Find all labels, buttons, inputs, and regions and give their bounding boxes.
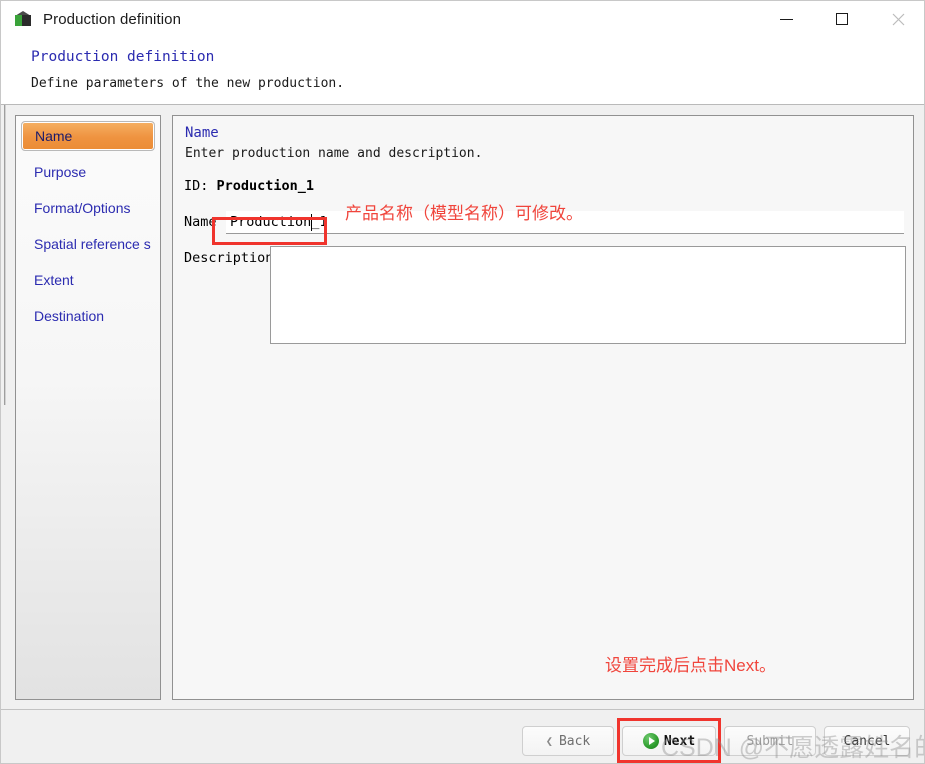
- id-row: ID: Production_1: [184, 178, 314, 194]
- sidebar-item-purpose[interactable]: Purpose: [24, 161, 152, 183]
- left-edge-rail: [4, 105, 6, 405]
- header-title: Production definition: [31, 49, 215, 65]
- name-label: Name: [184, 214, 217, 230]
- cube-icon: [13, 9, 33, 29]
- chevron-left-icon: ❮: [545, 734, 553, 748]
- production-definition-dialog: Production definition Production definit…: [0, 0, 925, 764]
- panel-title: Name: [185, 125, 219, 141]
- window-title: Production definition: [43, 10, 182, 28]
- header-block: Production definition Define parameters …: [1, 37, 924, 105]
- maximize-icon[interactable]: [814, 1, 870, 37]
- back-button[interactable]: ❮ Back: [522, 726, 614, 756]
- submit-button[interactable]: Submit: [724, 726, 816, 756]
- back-button-label: Back: [558, 733, 591, 749]
- next-button[interactable]: Next: [622, 726, 716, 756]
- id-label: ID:: [184, 178, 209, 194]
- submit-button-label: Submit: [746, 733, 794, 749]
- header-subtitle: Define parameters of the new production.: [31, 76, 345, 91]
- arrow-right-circle-icon: [642, 733, 659, 749]
- cancel-button-label: Cancel: [843, 733, 891, 749]
- sidebar-item-name[interactable]: Name: [21, 121, 155, 151]
- panel-subtitle: Enter production name and description.: [185, 146, 483, 161]
- annotation-name-note: 产品名称（模型名称）可修改。: [345, 204, 583, 223]
- sidebar-item-destination[interactable]: Destination: [24, 305, 152, 327]
- sidebar-item-extent[interactable]: Extent: [24, 269, 152, 291]
- description-input[interactable]: [270, 246, 906, 344]
- minimize-icon[interactable]: [758, 1, 814, 37]
- footer-bar: ❮ Back Next Submit Cancel: [1, 709, 924, 763]
- cancel-button[interactable]: Cancel: [824, 726, 910, 756]
- sidebar-item-format-options[interactable]: Format/Options: [24, 197, 152, 219]
- text-caret: [311, 214, 312, 231]
- close-icon[interactable]: [870, 1, 924, 37]
- next-button-label: Next: [663, 733, 696, 749]
- annotation-next-note: 设置完成后点击Next。: [605, 656, 776, 675]
- description-row: Description: [184, 246, 906, 351]
- body-area: Name Purpose Format/Options Spatial refe…: [1, 105, 924, 709]
- sidebar-item-spatial-reference[interactable]: Spatial reference s...: [24, 233, 152, 255]
- wizard-step-list: Name Purpose Format/Options Spatial refe…: [15, 115, 161, 700]
- window-controls: [758, 1, 924, 37]
- id-value: Production_1: [216, 178, 315, 194]
- description-label: Description: [184, 250, 274, 266]
- title-bar: Production definition: [1, 1, 924, 37]
